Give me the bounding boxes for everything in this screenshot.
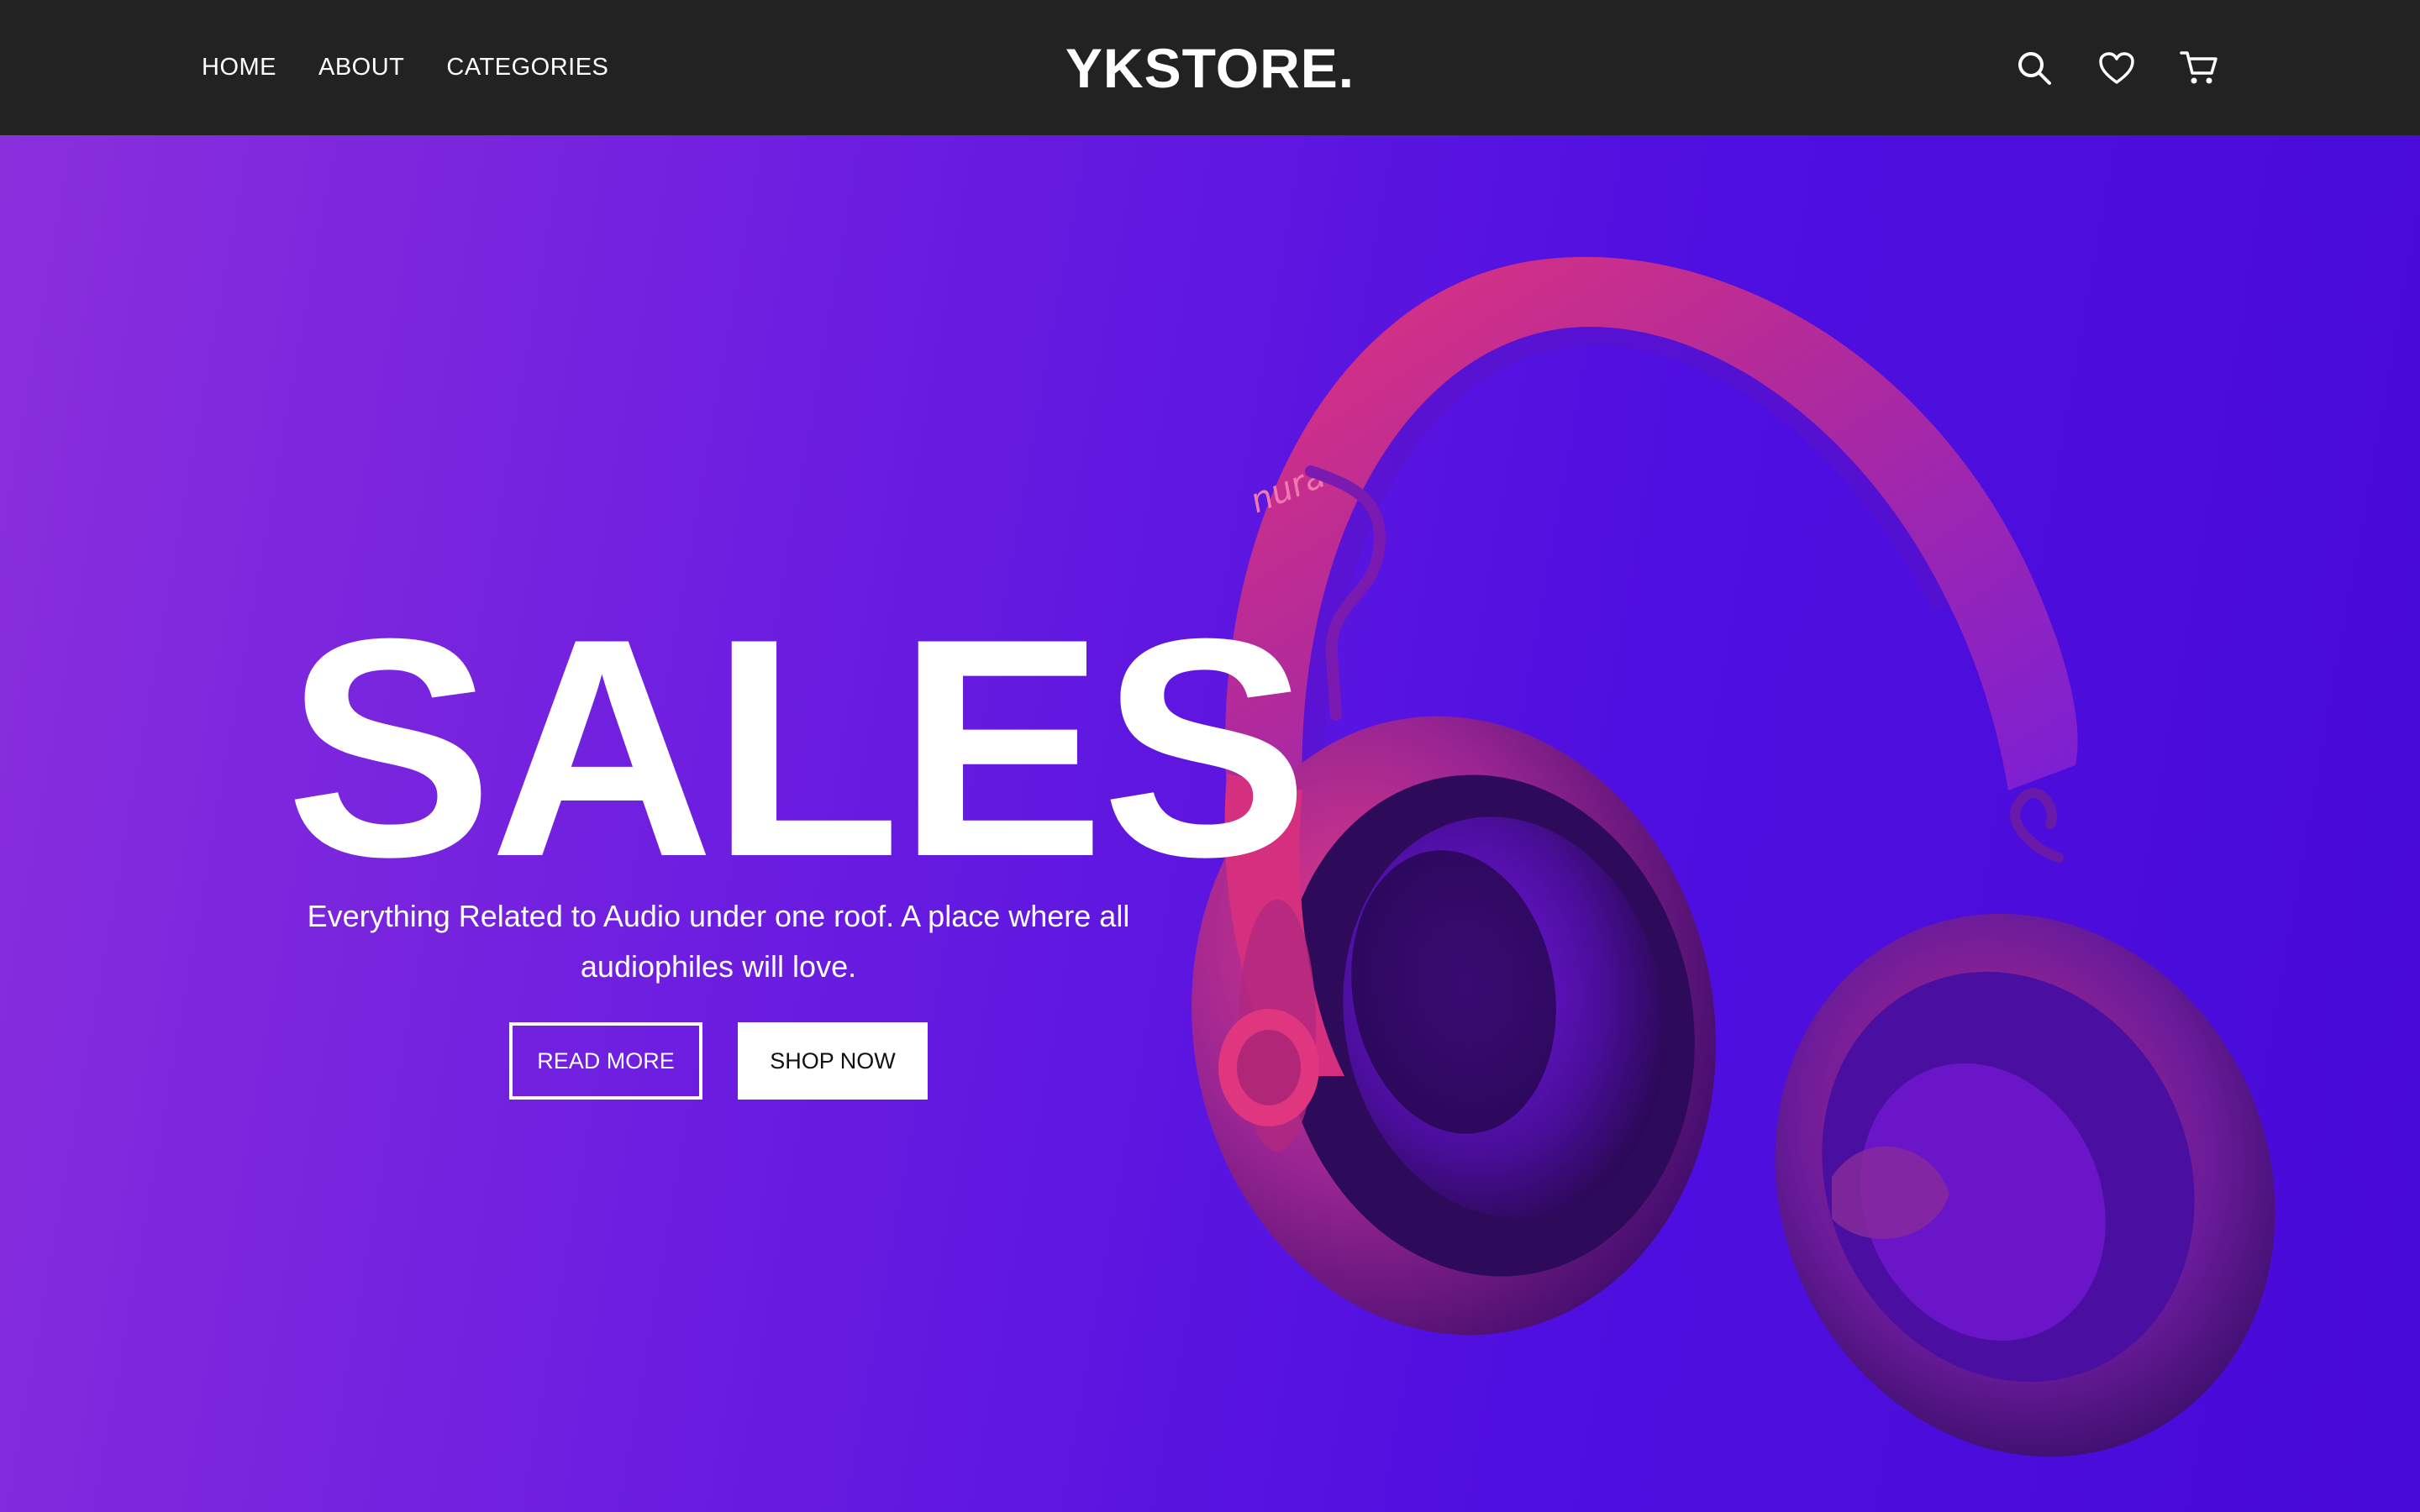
nav-link-about[interactable]: ABOUT [318,54,404,81]
heart-icon[interactable] [2097,49,2136,87]
hero-banner: nura SALES Everything Related to Audio u… [0,135,2420,1512]
hero-title: SALES [286,575,1309,921]
shop-now-button[interactable]: SHOP NOW [738,1022,928,1100]
nav-icons [2015,0,2218,135]
search-icon[interactable] [2015,49,2054,87]
nav-link-home[interactable]: HOME [202,54,276,81]
read-more-button[interactable]: READ MORE [509,1022,702,1100]
nav-links: HOME ABOUT CATEGORIES [202,0,608,135]
headphones-image: nura [1192,256,2275,1457]
hero-subtitle: Everything Related to Audio under one ro… [307,899,1130,984]
cart-icon[interactable] [2180,49,2218,87]
top-navbar: HOME ABOUT CATEGORIES YKSTORE. [0,0,2420,135]
hero-text-block: SALES Everything Related to Audio under … [286,575,1309,1100]
nav-link-categories[interactable]: CATEGORIES [446,54,608,81]
hero-buttons: READ MORE SHOP NOW [286,1022,1151,1100]
